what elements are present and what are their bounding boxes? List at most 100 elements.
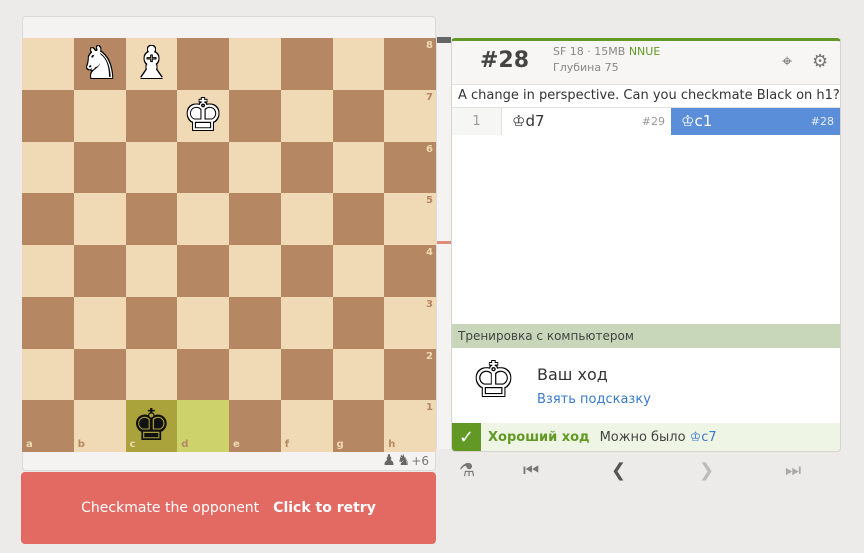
square-f2[interactable]: [280, 348, 333, 401]
move-white-eval: #29: [641, 115, 665, 128]
file-label: e: [233, 439, 240, 450]
square-e8[interactable]: [229, 38, 281, 90]
square-e5[interactable]: [229, 193, 281, 245]
white-piece-d7[interactable]: ♚: [183, 93, 222, 138]
first-icon[interactable]: ⏮: [523, 460, 539, 481]
square-f4[interactable]: [280, 245, 333, 297]
square-a2[interactable]: [22, 348, 74, 401]
square-b5[interactable]: [73, 193, 126, 245]
square-e4[interactable]: [229, 245, 281, 297]
last-icon[interactable]: ⏭: [785, 460, 801, 481]
board-top-bar: [22, 16, 436, 38]
square-h7[interactable]: 7: [384, 89, 436, 142]
square-c4[interactable]: [125, 245, 178, 297]
black-piece-c1[interactable]: ♚: [132, 404, 171, 448]
square-h8[interactable]: 8: [384, 38, 436, 90]
square-b1[interactable]: b: [73, 400, 126, 452]
square-c6[interactable]: [125, 141, 178, 194]
square-e7[interactable]: [229, 89, 281, 142]
square-e3[interactable]: [229, 296, 281, 349]
square-d4[interactable]: [177, 245, 229, 297]
file-label: h: [388, 439, 396, 450]
square-h1[interactable]: 1h: [384, 400, 436, 452]
alt-move-link[interactable]: ♔c7: [690, 430, 717, 445]
square-a8[interactable]: [22, 38, 74, 90]
square-a4[interactable]: [22, 245, 74, 297]
file-label: d: [181, 439, 189, 450]
square-c8[interactable]: ♝: [125, 38, 178, 90]
hint-link[interactable]: Взять подсказку: [537, 392, 651, 407]
square-d3[interactable]: [177, 296, 229, 349]
square-e2[interactable]: [229, 348, 281, 401]
material-pawn-icon: ♟: [382, 451, 396, 469]
microscope-icon[interactable]: ⚗: [459, 460, 475, 481]
square-b8[interactable]: ♞: [73, 38, 126, 90]
square-d6[interactable]: [177, 141, 229, 194]
white-piece-c8[interactable]: ♝: [132, 41, 171, 86]
square-g7[interactable]: [332, 89, 385, 142]
eval-gauge-fill: [437, 37, 451, 43]
square-h5[interactable]: 5: [384, 193, 436, 245]
square-c5[interactable]: [125, 193, 178, 245]
good-move-label: Хороший ход: [488, 430, 590, 445]
square-g6[interactable]: [332, 141, 385, 194]
square-e1[interactable]: e: [229, 400, 281, 452]
move-white[interactable]: ♔d7 #29: [502, 108, 671, 135]
square-c7[interactable]: [125, 89, 178, 142]
square-d7[interactable]: ♚: [177, 89, 229, 142]
retry-action: Click to retry: [273, 500, 376, 516]
square-b6[interactable]: [73, 141, 126, 194]
engine-eval: #28 SF 18 · 15MB NNUE Глубина 75 ⌖ ⚙: [452, 41, 840, 85]
square-h4[interactable]: 4: [384, 245, 436, 297]
retry-button[interactable]: Checkmate the opponent Click to retry: [21, 472, 436, 544]
square-f7[interactable]: [280, 89, 333, 142]
file-label: f: [284, 439, 290, 450]
square-c1[interactable]: c ♚: [125, 400, 178, 452]
rank-label: 2: [426, 350, 433, 362]
chess-board[interactable]: ♞ ♝ 8 ♚ 7 6 5 4 3 2 a b c ♚ d e f g 1 h: [22, 38, 436, 452]
square-a3[interactable]: [22, 296, 74, 349]
rank-label: 8: [426, 40, 433, 51]
square-f3[interactable]: [280, 296, 333, 349]
square-a5[interactable]: [22, 193, 74, 245]
square-f6[interactable]: [280, 141, 333, 194]
square-g3[interactable]: [332, 296, 385, 349]
move-black[interactable]: ♔c1 #28: [671, 108, 840, 135]
square-h6[interactable]: 6: [384, 141, 436, 194]
square-b7[interactable]: [73, 89, 126, 142]
retry-message: Checkmate the opponent: [81, 500, 260, 516]
square-a7[interactable]: [22, 89, 74, 142]
square-d8[interactable]: [177, 38, 229, 90]
analysis-panel: #28 SF 18 · 15MB NNUE Глубина 75 ⌖ ⚙ A c…: [451, 38, 841, 452]
square-b3[interactable]: [73, 296, 126, 349]
square-g2[interactable]: [332, 348, 385, 401]
square-g8[interactable]: [332, 38, 385, 90]
square-h2[interactable]: 2: [384, 348, 436, 401]
square-h3[interactable]: 3: [384, 296, 436, 349]
gear-icon[interactable]: ⚙: [812, 51, 828, 72]
square-g1[interactable]: g: [332, 400, 385, 452]
square-d2[interactable]: [177, 348, 229, 401]
square-c3[interactable]: [125, 296, 178, 349]
prev-icon[interactable]: ❮: [611, 460, 626, 481]
move-feedback: ✓ Хороший ход Можно было ♔c7: [452, 423, 840, 451]
rank-label: 6: [426, 143, 433, 155]
next-icon[interactable]: ❯: [699, 460, 714, 481]
square-e6[interactable]: [229, 141, 281, 194]
square-f5[interactable]: [280, 193, 333, 245]
material-knight-icon: ♞: [396, 451, 411, 469]
crosshair-icon[interactable]: ⌖: [782, 51, 792, 72]
square-a1[interactable]: a: [22, 400, 74, 452]
square-c2[interactable]: [125, 348, 178, 401]
square-f1[interactable]: f: [280, 400, 333, 452]
square-a6[interactable]: [22, 141, 74, 194]
rank-label: 4: [426, 247, 433, 258]
square-b2[interactable]: [73, 348, 126, 401]
square-g4[interactable]: [332, 245, 385, 297]
square-b4[interactable]: [73, 245, 126, 297]
square-d5[interactable]: [177, 193, 229, 245]
square-d1[interactable]: d: [177, 400, 229, 452]
white-piece-b8[interactable]: ♞: [80, 41, 119, 86]
square-f8[interactable]: [280, 38, 333, 90]
square-g5[interactable]: [332, 193, 385, 245]
